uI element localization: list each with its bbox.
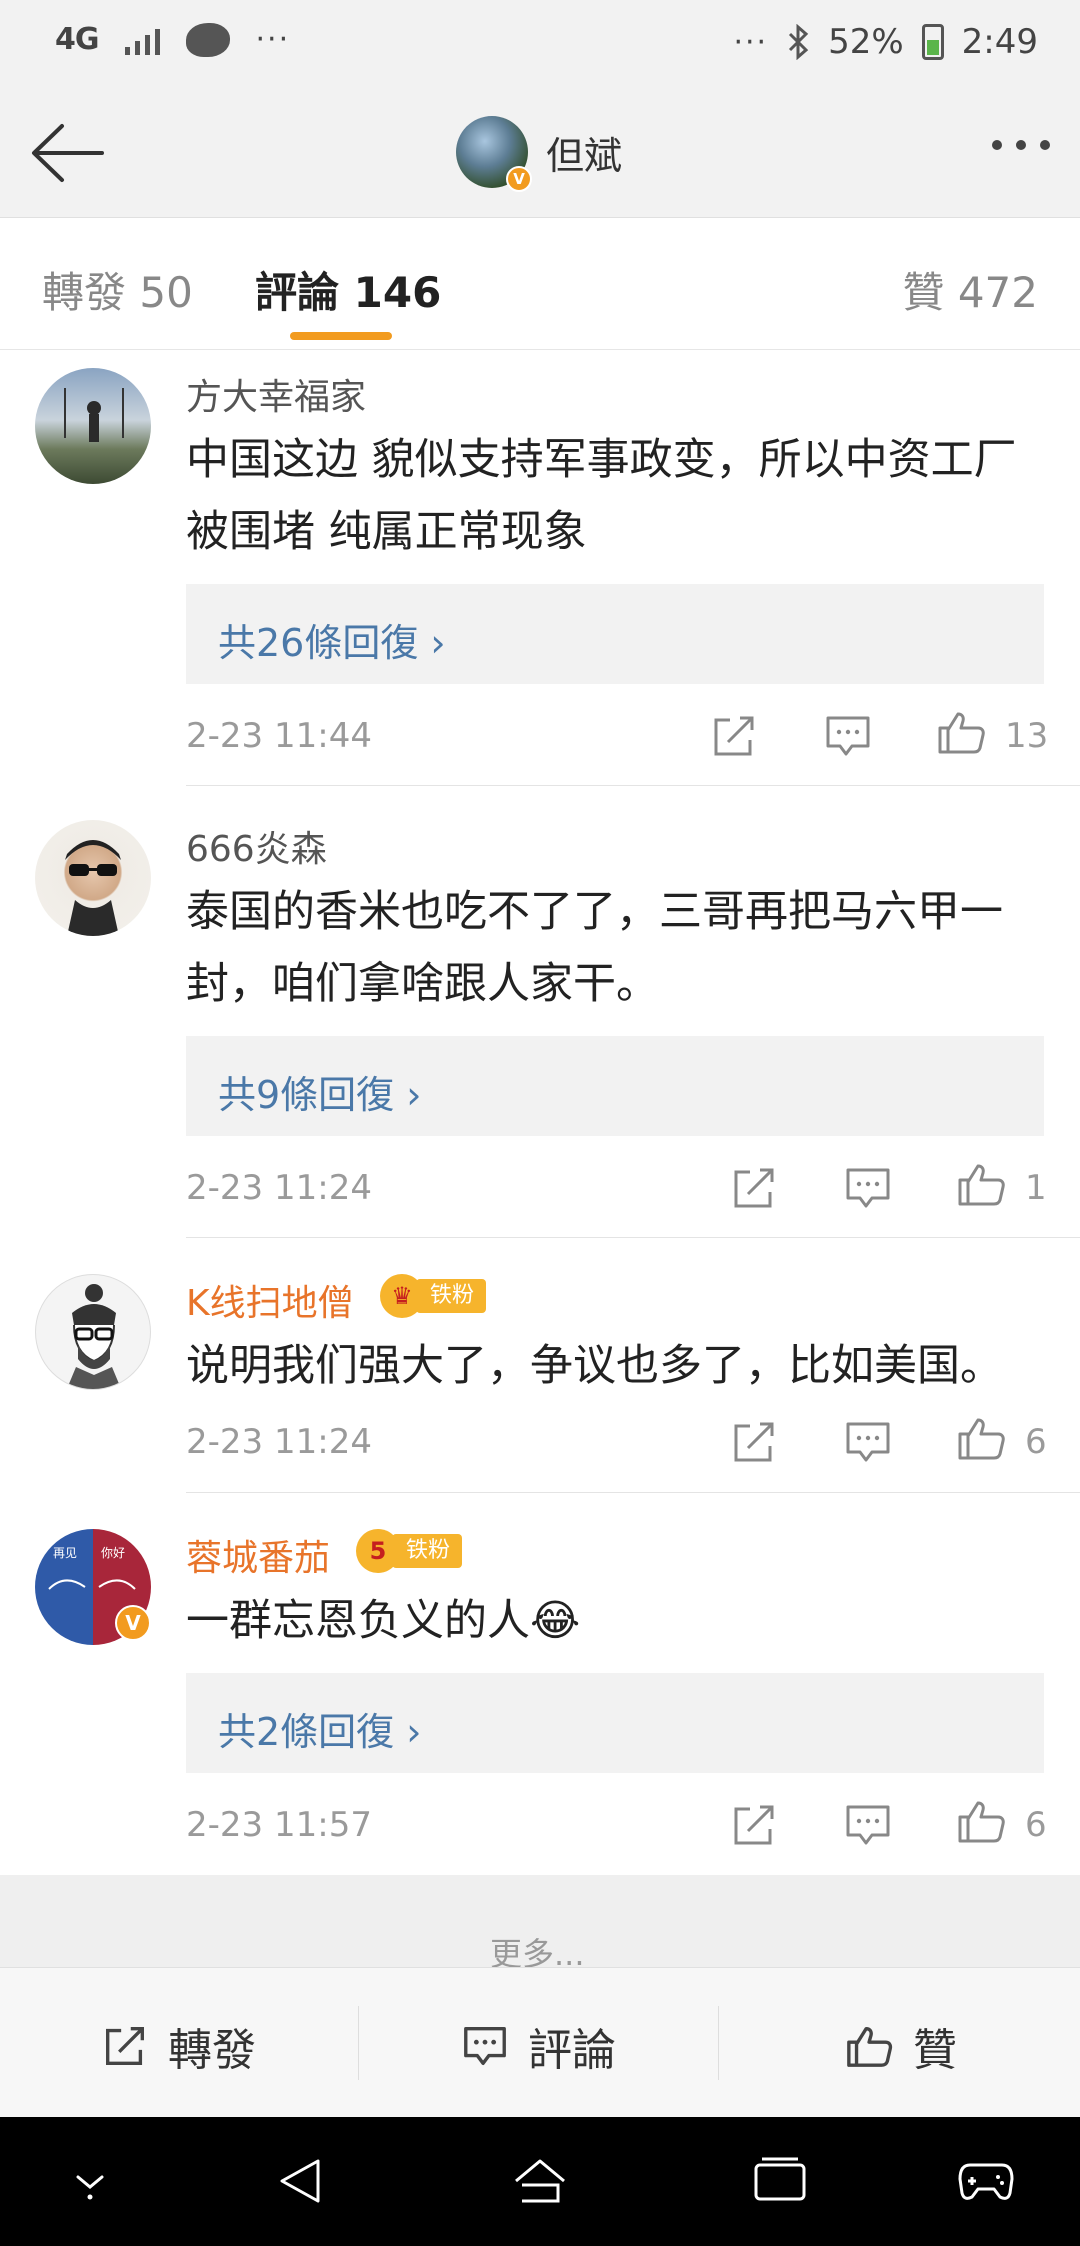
active-tab-indicator	[290, 332, 392, 340]
comment-time: 2-23 11:57	[186, 1805, 372, 1845]
comment-icon	[464, 2027, 506, 2065]
like-count: 6	[1025, 1422, 1047, 1462]
fan-badge-label: 铁粉	[392, 1534, 463, 1568]
verified-icon: V	[115, 1605, 151, 1641]
comment-icon[interactable]	[822, 712, 874, 760]
tab-bar: 轉發 50 評論 146 贊 472	[0, 219, 1080, 350]
comment-text: 泰国的香米也吃不了了，三哥再把马六甲一封，咱们拿啥跟人家干。	[186, 887, 1003, 1009]
comment-author[interactable]: 方大幸福家	[186, 368, 366, 420]
repost-icon[interactable]	[728, 1164, 780, 1212]
comment-item: 再见 你好 V 蓉城番茄 5 铁粉 一群忘恩负义的人😂 共2條回復 › 2-23 …	[0, 1493, 1080, 1875]
signal-icon	[124, 25, 160, 55]
comment-icon[interactable]	[842, 1164, 894, 1212]
like-icon[interactable]	[956, 1160, 1008, 1208]
comment-author[interactable]: 666炎森	[186, 820, 327, 872]
status-bar: 4G ··· ··· 52% 2:49	[0, 0, 1080, 90]
comment-button[interactable]: 評論	[460, 2014, 616, 2078]
replies-label: 共2條回復 ›	[218, 1710, 422, 1754]
more-options-icon[interactable]	[992, 140, 1050, 150]
back-arrow-icon[interactable]	[28, 120, 108, 186]
app-notification-icon	[185, 22, 230, 57]
replies-button[interactable]: 共2條回復 ›	[186, 1673, 1044, 1773]
comment-author[interactable]: K线扫地僧	[186, 1274, 354, 1326]
comment-item: 方大幸福家 中国这边 貌似支持军事政变，所以中资工厂被围堵 纯属正常现象 共26…	[0, 350, 1080, 786]
tab-reposts[interactable]: 轉發 50	[42, 259, 193, 320]
like-icon	[847, 2027, 893, 2067]
tab-comments[interactable]: 評論 146	[255, 259, 441, 320]
verified-icon: V	[506, 166, 532, 192]
comment-text: 说明我们强大了，争议也多了，比如美国。	[186, 1341, 1003, 1391]
comment-time: 2-23 11:44	[186, 716, 372, 756]
comment-time: 2-23 11:24	[186, 1422, 372, 1462]
repost-icon[interactable]	[708, 712, 760, 760]
repost-icon[interactable]	[728, 1418, 780, 1466]
header: V 但斌	[0, 90, 1080, 218]
like-count: 13	[1005, 716, 1049, 756]
load-more[interactable]: 更多...	[0, 1875, 1080, 1973]
home-icon[interactable]	[510, 2155, 570, 2207]
comment-time: 2-23 11:24	[186, 1168, 372, 1208]
like-icon[interactable]	[956, 1797, 1008, 1845]
back-icon[interactable]	[274, 2155, 326, 2207]
tab-likes[interactable]: 贊 472	[902, 259, 1038, 320]
svg-text:你好: 你好	[101, 1546, 125, 1560]
bluetooth-icon	[789, 24, 809, 60]
comment-icon[interactable]	[842, 1418, 894, 1466]
repost-icon	[106, 2027, 144, 2065]
recent-apps-icon[interactable]	[752, 2155, 808, 2207]
like-icon[interactable]	[956, 1414, 1008, 1462]
repost-button[interactable]: 轉發	[100, 2014, 256, 2078]
fan-badge: 5 铁粉	[356, 1529, 463, 1573]
repost-icon[interactable]	[728, 1801, 780, 1849]
battery-icon	[921, 24, 944, 60]
replies-label: 共9條回復 ›	[218, 1073, 422, 1117]
avatar[interactable]: V	[456, 116, 532, 192]
svg-text:再见: 再见	[53, 1546, 77, 1560]
like-label: 贊	[913, 2025, 957, 2076]
divider	[358, 2006, 359, 2080]
like-button[interactable]: 贊	[845, 2014, 957, 2078]
network-type: 4G	[55, 22, 99, 57]
replies-button[interactable]: 共26條回復 ›	[186, 584, 1044, 684]
page-title[interactable]: 但斌	[546, 125, 622, 180]
comment-item: 666炎森 泰国的香米也吃不了了，三哥再把马六甲一封，咱们拿啥跟人家干。 共9條…	[0, 786, 1080, 1238]
comment-label: 評論	[528, 2025, 616, 2076]
author-header[interactable]: V 但斌	[456, 116, 622, 192]
fan-badge-label: 铁粉	[416, 1279, 487, 1313]
replies-button[interactable]: 共9條回復 ›	[186, 1036, 1044, 1136]
like-count: 1	[1025, 1168, 1047, 1208]
comment-text: 中国这边 貌似支持军事政变，所以中资工厂被围堵 纯属正常现象	[186, 435, 1017, 557]
replies-label: 共26條回復 ›	[218, 621, 446, 665]
comment-author[interactable]: 蓉城番茄	[186, 1529, 330, 1581]
avatar[interactable]	[35, 1274, 151, 1390]
repost-label: 轉發	[168, 2025, 256, 2076]
hide-keyboard-icon[interactable]	[66, 2155, 114, 2207]
bottom-action-bar: 轉發 評論 贊	[0, 1967, 1080, 2117]
avatar[interactable]	[35, 368, 151, 484]
like-count: 6	[1025, 1805, 1047, 1845]
battery-percent: 52%	[828, 22, 904, 62]
comment-icon[interactable]	[842, 1801, 894, 1849]
crown-icon: ♛	[380, 1274, 424, 1318]
more-status-icons: ···	[733, 24, 769, 60]
game-controller-icon[interactable]	[956, 2155, 1016, 2207]
crown-icon: 5	[356, 1529, 400, 1573]
divider	[718, 2006, 719, 2080]
comment-text: 一群忘恩负义的人😂	[186, 1596, 581, 1646]
comment-item: K线扫地僧 ♛ 铁粉 说明我们强大了，争议也多了，比如美国。 2-23 11:2…	[0, 1238, 1080, 1493]
clock: 2:49	[961, 22, 1038, 62]
fan-badge: ♛ 铁粉	[380, 1274, 487, 1318]
system-navigation-bar	[0, 2117, 1080, 2246]
avatar[interactable]: 再见 你好 V	[35, 1529, 151, 1645]
more-notifications: ···	[255, 22, 291, 57]
like-icon[interactable]	[936, 708, 988, 756]
avatar[interactable]	[35, 820, 151, 936]
